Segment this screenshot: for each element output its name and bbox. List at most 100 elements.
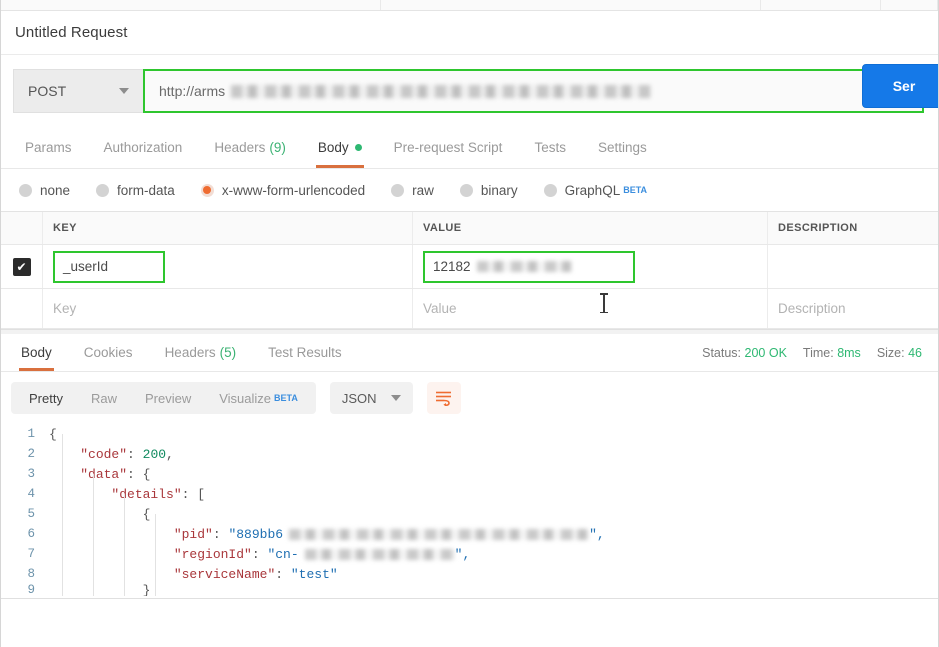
chevron-down-icon	[390, 395, 401, 401]
body-modified-dot-icon	[354, 144, 362, 151]
tab-params[interactable]: Params	[9, 127, 88, 168]
send-button[interactable]: Ser	[862, 64, 938, 108]
body-type-label: raw	[412, 182, 434, 198]
viewer-mode-preview[interactable]: Preview	[131, 382, 205, 414]
table-row[interactable]: ✔ _userId 12182	[1, 245, 938, 289]
word-wrap-icon[interactable]	[426, 382, 461, 414]
value-input[interactable]: 12182	[423, 250, 635, 283]
redacted-pid-region	[289, 528, 590, 540]
body-type-options: none form-data x-www-form-urlencoded raw…	[1, 169, 938, 211]
tab-label: Cookies	[83, 345, 133, 360]
body-type-raw[interactable]: raw	[391, 183, 434, 198]
url-input[interactable]: http://arms	[143, 69, 924, 113]
body-params-table: KEY VALUE DESCRIPTION ✔ _userId 12182 Ke…	[1, 211, 938, 329]
time-badge: Time: 8ms	[803, 346, 861, 360]
table-header-row: KEY VALUE DESCRIPTION	[1, 212, 938, 245]
tab-count: (5)	[219, 345, 237, 360]
line-number: 6	[27, 527, 35, 541]
body-type-label: form-data	[117, 182, 175, 198]
description-input-placeholder: Description	[778, 301, 846, 316]
body-type-binary[interactable]: binary	[459, 183, 518, 198]
tab-label: Tests	[534, 140, 566, 155]
row-key-cell[interactable]: _userId	[43, 245, 413, 288]
response-tab-body[interactable]: Body	[5, 334, 68, 371]
line-number: 4	[27, 487, 35, 501]
response-tab-test-results[interactable]: Test Results	[252, 334, 358, 371]
body-type-form-data[interactable]: form-data	[96, 183, 175, 198]
tab-authorization[interactable]: Authorization	[88, 127, 199, 168]
url-bar: POST http://arms	[1, 55, 938, 127]
method-select[interactable]: POST	[13, 69, 143, 113]
response-tab-cookies[interactable]: Cookies	[68, 334, 149, 371]
request-tabs: Params Authorization Headers (9) Body Pr…	[1, 127, 938, 169]
radio-icon	[96, 183, 110, 197]
row-checkbox-cell[interactable]	[1, 289, 43, 328]
code-text-tail: ",	[454, 546, 471, 562]
response-bottom-edge	[1, 598, 938, 606]
response-tab-headers[interactable]: Headers (5)	[149, 334, 253, 371]
code-text: }	[142, 584, 151, 596]
body-type-x-www-form-urlencoded[interactable]: x-www-form-urlencoded	[200, 182, 366, 198]
viewer-mode-visualize[interactable]: Visualize BETA	[205, 382, 312, 414]
viewer-mode-pretty[interactable]: Pretty	[15, 382, 77, 414]
ghost-tab	[761, 0, 881, 10]
tab-settings[interactable]: Settings	[582, 127, 663, 168]
tab-pre-request-script[interactable]: Pre-request Script	[378, 127, 519, 168]
header-value-cell: VALUE	[413, 212, 768, 244]
code-text: {	[142, 506, 151, 522]
radio-icon	[543, 183, 557, 197]
line-number: 5	[27, 507, 35, 521]
size-value: 46	[908, 346, 922, 360]
radio-icon	[19, 183, 32, 197]
viewer-mode-raw[interactable]: Raw	[77, 382, 131, 414]
row-key-cell[interactable]: Key	[43, 289, 413, 328]
table-row-empty[interactable]: Key Value Description	[1, 289, 938, 329]
request-title-bar: Untitled Request	[1, 11, 938, 55]
key-input-value: _userId	[63, 259, 109, 274]
row-checkbox-cell[interactable]: ✔	[1, 245, 43, 288]
code-text-tail: ",	[589, 526, 605, 542]
format-label: JSON	[341, 390, 377, 406]
tab-body[interactable]: Body	[302, 127, 378, 168]
tab-label: Body	[317, 140, 349, 155]
ghost-tab	[1, 0, 381, 10]
row-value-cell[interactable]: 12182	[413, 245, 768, 288]
body-type-label: x-www-form-urlencoded	[221, 182, 366, 198]
key-input-placeholder: Key	[53, 301, 77, 316]
row-description-cell[interactable]: Description	[768, 289, 938, 328]
code-text: "pid": "889bb6	[173, 526, 284, 542]
mode-label: Preview	[144, 390, 192, 406]
time-value: 8ms	[837, 346, 861, 360]
column-header-value: VALUE	[423, 222, 462, 234]
code-line: 4 "details": [	[1, 484, 938, 504]
tab-label: Settings	[597, 140, 647, 155]
tab-headers[interactable]: Headers (9)	[198, 127, 302, 168]
header-description-cell: DESCRIPTION	[768, 212, 938, 244]
postman-request-window: Untitled Request POST http://arms Ser Pa…	[0, 0, 939, 647]
checkmark-icon[interactable]: ✔	[12, 257, 31, 276]
code-text: "code": 200,	[80, 446, 174, 462]
response-format-select[interactable]: JSON	[329, 382, 413, 414]
time-label: Time:	[802, 346, 834, 360]
code-line: 1 {	[1, 424, 938, 444]
radio-icon	[459, 183, 473, 197]
body-type-label: GraphQL	[564, 182, 621, 198]
text-cursor	[600, 293, 607, 313]
row-value-cell[interactable]: Value	[413, 289, 768, 328]
body-type-none[interactable]: none	[19, 183, 70, 198]
tab-label: Headers	[164, 345, 216, 360]
row-description-cell[interactable]	[768, 245, 938, 288]
key-input[interactable]: _userId	[53, 250, 165, 283]
mode-label: Visualize	[219, 390, 272, 406]
code-text: {	[49, 426, 57, 442]
tab-tests[interactable]: Tests	[518, 127, 582, 168]
line-number: 8	[27, 567, 35, 581]
status-badge: Status: 200 OK	[702, 346, 787, 360]
code-text: "regionId": "cn-	[173, 546, 299, 562]
line-number: 7	[27, 547, 35, 561]
ghost-tab	[881, 0, 938, 10]
body-type-graphql[interactable]: GraphQL BETA	[543, 182, 647, 198]
size-label: Size:	[876, 346, 905, 360]
ghost-tab	[381, 0, 761, 10]
response-body-json[interactable]: 1 { 2 "code": 200, 3 "data": { 4 "detail…	[1, 424, 938, 606]
